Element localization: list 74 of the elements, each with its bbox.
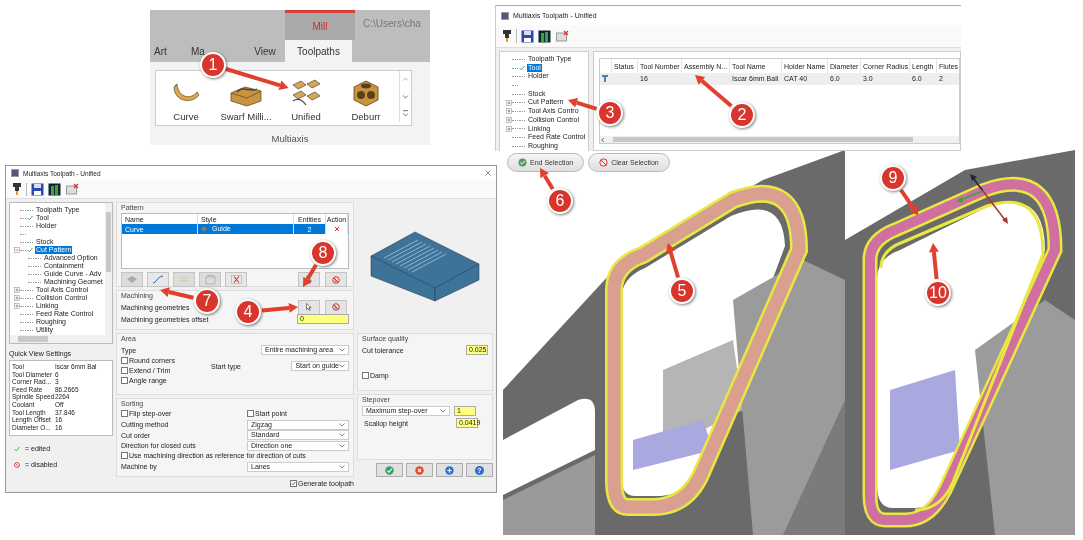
close-document-icon[interactable] (556, 30, 569, 42)
caret-icon (440, 409, 446, 413)
file-path: C:\Users\cha (362, 17, 421, 31)
caret-icon (339, 364, 345, 368)
save-all-icon[interactable] (538, 29, 552, 43)
close-document-icon[interactable] (66, 183, 79, 195)
checkbox[interactable] (121, 377, 128, 384)
toolpath-button[interactable]: Deburr (351, 79, 381, 122)
caret-icon (339, 464, 345, 469)
cancel-selection-icon (332, 275, 340, 284)
ribbon-tab[interactable]: Toolpaths (285, 40, 352, 62)
checkbox[interactable] (289, 480, 297, 487)
group-label: Multiaxis (270, 133, 310, 144)
pattern-tool-button[interactable] (225, 272, 247, 287)
guide-icon (201, 226, 207, 232)
toolpath-button[interactable]: Unified (291, 79, 321, 122)
cancel-circle-icon (415, 465, 424, 475)
expand-icon[interactable] (14, 295, 20, 301)
prohibited-icon (599, 158, 609, 167)
expand-icon[interactable] (14, 303, 20, 309)
ok-button[interactable] (376, 463, 403, 477)
toolpath-button[interactable]: Swarf Milli... (220, 81, 272, 122)
checkbox[interactable] (362, 372, 369, 379)
window-icon (11, 169, 19, 177)
check-icon (14, 445, 20, 452)
context-tab-label: Mill (285, 10, 355, 40)
expand-icon[interactable] (14, 287, 20, 293)
save-icon[interactable] (521, 29, 534, 43)
curve-icon (152, 275, 164, 284)
expand-icon[interactable] (506, 108, 512, 115)
cancel-selection-button[interactable] (325, 299, 347, 315)
tool-holder-icon[interactable] (12, 182, 22, 196)
plus-circle-icon (445, 465, 454, 475)
close-icon[interactable] (485, 170, 491, 176)
checkbox[interactable] (247, 410, 254, 418)
add-button[interactable] (436, 463, 463, 477)
checkbox[interactable] (121, 452, 128, 460)
scrollbar-thumb[interactable] (18, 336, 48, 342)
save-icon[interactable] (31, 182, 44, 196)
disabled-icon (14, 461, 20, 468)
cancel-selection-button[interactable] (325, 272, 347, 287)
box-icon (204, 274, 216, 285)
cursor-icon (306, 303, 312, 311)
expand-icon[interactable] (506, 99, 512, 106)
pattern-tool-button[interactable] (147, 272, 169, 287)
checkbox[interactable] (121, 357, 128, 364)
save-all-icon[interactable] (48, 182, 62, 196)
check-circle-icon (385, 465, 394, 475)
cancel-button[interactable] (406, 463, 433, 477)
caret-icon (281, 227, 287, 231)
caret-icon (339, 348, 345, 352)
expand-icon[interactable] (506, 125, 512, 132)
delete-icon (230, 275, 242, 284)
surface-icon (126, 275, 138, 284)
window-icon (501, 11, 509, 20)
scrollbar-thumb[interactable] (106, 212, 111, 272)
tool-holder-icon[interactable] (502, 29, 512, 43)
checkbox[interactable] (121, 410, 128, 418)
expand-icon[interactable] (506, 117, 512, 124)
check-circle-icon (518, 158, 527, 167)
lines-icon (178, 275, 190, 284)
expand-icon[interactable] (14, 247, 20, 253)
select-button[interactable] (298, 299, 320, 315)
tool-icon (602, 75, 608, 82)
tiles-icon (291, 79, 321, 107)
cancel-selection-icon (332, 303, 340, 311)
scrollbar-thumb[interactable] (613, 137, 913, 142)
ribbon-tab[interactable]: View (245, 40, 285, 62)
scroll-left-icon[interactable] (600, 136, 605, 143)
toolpath-button[interactable]: Curve (171, 81, 201, 122)
ribbon-tab[interactable]: Art (150, 40, 187, 62)
checkbox[interactable] (121, 367, 128, 374)
delete-icon[interactable] (333, 226, 340, 232)
cube-icon (352, 79, 380, 107)
